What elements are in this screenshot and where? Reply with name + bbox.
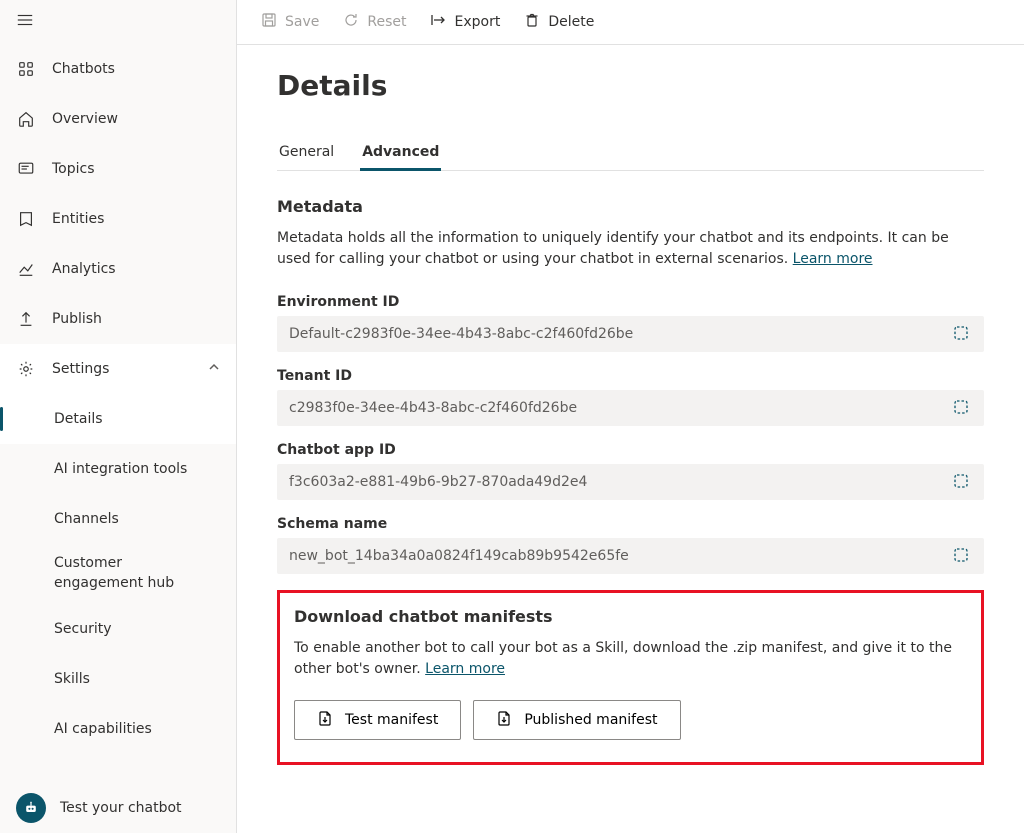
field-label: Schema name: [277, 516, 984, 532]
field-value-row: c2983f0e-34ee-4b43-8abc-c2f460fd26be: [277, 390, 984, 426]
main-content: Save Reset Export Delete Details General…: [237, 0, 1024, 833]
nav-list: Chatbots Overview Topics Entities Analyt…: [0, 44, 236, 783]
sidebar-item-chatbots[interactable]: Chatbots: [0, 44, 236, 94]
delete-icon: [524, 12, 540, 32]
sidebar-item-label: Details: [54, 411, 103, 427]
sidebar-item-label: Test your chatbot: [60, 800, 182, 816]
field-label: Chatbot app ID: [277, 442, 984, 458]
sidebar-item-channels[interactable]: Channels: [0, 494, 236, 544]
export-button[interactable]: Export: [420, 6, 510, 38]
sidebar-item-customer-engagement-hub[interactable]: Customer engagement hub: [0, 544, 236, 604]
save-label: Save: [285, 14, 319, 30]
manifests-heading: Download chatbot manifests: [294, 607, 967, 626]
sidebar-item-label: Publish: [52, 311, 102, 327]
sidebar-item-label: Security: [54, 621, 112, 637]
sidebar-item-label: Skills: [54, 671, 90, 687]
sidebar-item-label: Channels: [54, 511, 119, 527]
published-manifest-label: Published manifest: [524, 712, 657, 728]
save-button[interactable]: Save: [251, 6, 329, 38]
tab-advanced[interactable]: Advanced: [360, 138, 441, 170]
file-download-icon: [496, 710, 512, 730]
sidebar-item-security[interactable]: Security: [0, 604, 236, 654]
bot-avatar-icon: [16, 793, 46, 823]
manifests-description: To enable another bot to call your bot a…: [294, 638, 967, 680]
publish-icon: [16, 309, 36, 329]
sidebar-item-overview[interactable]: Overview: [0, 94, 236, 144]
chart-icon: [16, 259, 36, 279]
tab-general[interactable]: General: [277, 138, 336, 170]
export-icon: [430, 12, 446, 32]
reset-icon: [343, 12, 359, 32]
metadata-description: Metadata holds all the information to un…: [277, 228, 984, 270]
field-label: Environment ID: [277, 294, 984, 310]
published-manifest-button[interactable]: Published manifest: [473, 700, 680, 740]
chat-icon: [16, 159, 36, 179]
sidebar-item-label: AI capabilities: [54, 721, 152, 737]
sidebar-item-label: Analytics: [52, 261, 116, 277]
apps-icon: [16, 59, 36, 79]
field-value: new_bot_14ba34a0a0824f149cab89b9542e65fe: [289, 548, 948, 564]
copy-icon: [952, 478, 970, 493]
sidebar-item-analytics[interactable]: Analytics: [0, 244, 236, 294]
copy-icon: [952, 330, 970, 345]
sidebar-item-label: Chatbots: [52, 61, 115, 77]
entities-icon: [16, 209, 36, 229]
file-download-icon: [317, 710, 333, 730]
settings-icon: [16, 359, 36, 379]
field-value: f3c603a2-e881-49b6-9b27-870ada49d2e4: [289, 474, 948, 490]
sidebar-item-label: Entities: [52, 211, 104, 227]
delete-label: Delete: [548, 14, 594, 30]
sidebar-item-label: Overview: [52, 111, 118, 127]
sidebar-item-label: Topics: [52, 161, 95, 177]
sidebar: Chatbots Overview Topics Entities Analyt…: [0, 0, 237, 833]
test-manifest-button[interactable]: Test manifest: [294, 700, 461, 740]
copy-button[interactable]: [948, 468, 974, 497]
sidebar-item-ai-capabilities[interactable]: AI capabilities: [0, 704, 236, 754]
delete-button[interactable]: Delete: [514, 6, 604, 38]
chevron-up-icon: [208, 361, 220, 377]
copy-button[interactable]: [948, 394, 974, 423]
field-value-row: Default-c2983f0e-34ee-4b43-8abc-c2f460fd…: [277, 316, 984, 352]
sidebar-item-details[interactable]: Details: [0, 394, 236, 444]
tabs: General Advanced: [277, 138, 984, 171]
sidebar-item-test-chatbot[interactable]: Test your chatbot: [0, 783, 236, 833]
sidebar-item-ai-integration-tools[interactable]: AI integration tools: [0, 444, 236, 494]
command-bar: Save Reset Export Delete: [237, 0, 1024, 45]
sidebar-item-label: AI integration tools: [54, 461, 187, 477]
sidebar-item-publish[interactable]: Publish: [0, 294, 236, 344]
field-value-row: f3c603a2-e881-49b6-9b27-870ada49d2e4: [277, 464, 984, 500]
export-label: Export: [454, 14, 500, 30]
sidebar-item-skills[interactable]: Skills: [0, 654, 236, 704]
test-manifest-label: Test manifest: [345, 712, 438, 728]
sidebar-item-label: Settings: [52, 361, 109, 377]
sidebar-item-label: Customer engagement hub: [54, 554, 194, 593]
sidebar-item-settings[interactable]: Settings: [0, 344, 236, 394]
field-value: c2983f0e-34ee-4b43-8abc-c2f460fd26be: [289, 400, 948, 416]
hamburger-icon[interactable]: [16, 11, 34, 33]
sidebar-item-entities[interactable]: Entities: [0, 194, 236, 244]
field-value: Default-c2983f0e-34ee-4b43-8abc-c2f460fd…: [289, 326, 948, 342]
field-value-row: new_bot_14ba34a0a0824f149cab89b9542e65fe: [277, 538, 984, 574]
copy-button[interactable]: [948, 542, 974, 571]
sidebar-item-topics[interactable]: Topics: [0, 144, 236, 194]
page-title: Details: [277, 69, 984, 102]
download-manifests-highlight: Download chatbot manifests To enable ano…: [277, 590, 984, 765]
content-scroll: Details General Advanced Metadata Metada…: [237, 45, 1024, 833]
save-icon: [261, 12, 277, 32]
copy-icon: [952, 552, 970, 567]
copy-button[interactable]: [948, 320, 974, 349]
reset-button[interactable]: Reset: [333, 6, 416, 38]
metadata-heading: Metadata: [277, 197, 984, 216]
metadata-learn-more-link[interactable]: Learn more: [793, 251, 873, 267]
copy-icon: [952, 404, 970, 419]
field-label: Tenant ID: [277, 368, 984, 384]
home-icon: [16, 109, 36, 129]
reset-label: Reset: [367, 14, 406, 30]
manifests-learn-more-link[interactable]: Learn more: [425, 661, 505, 677]
